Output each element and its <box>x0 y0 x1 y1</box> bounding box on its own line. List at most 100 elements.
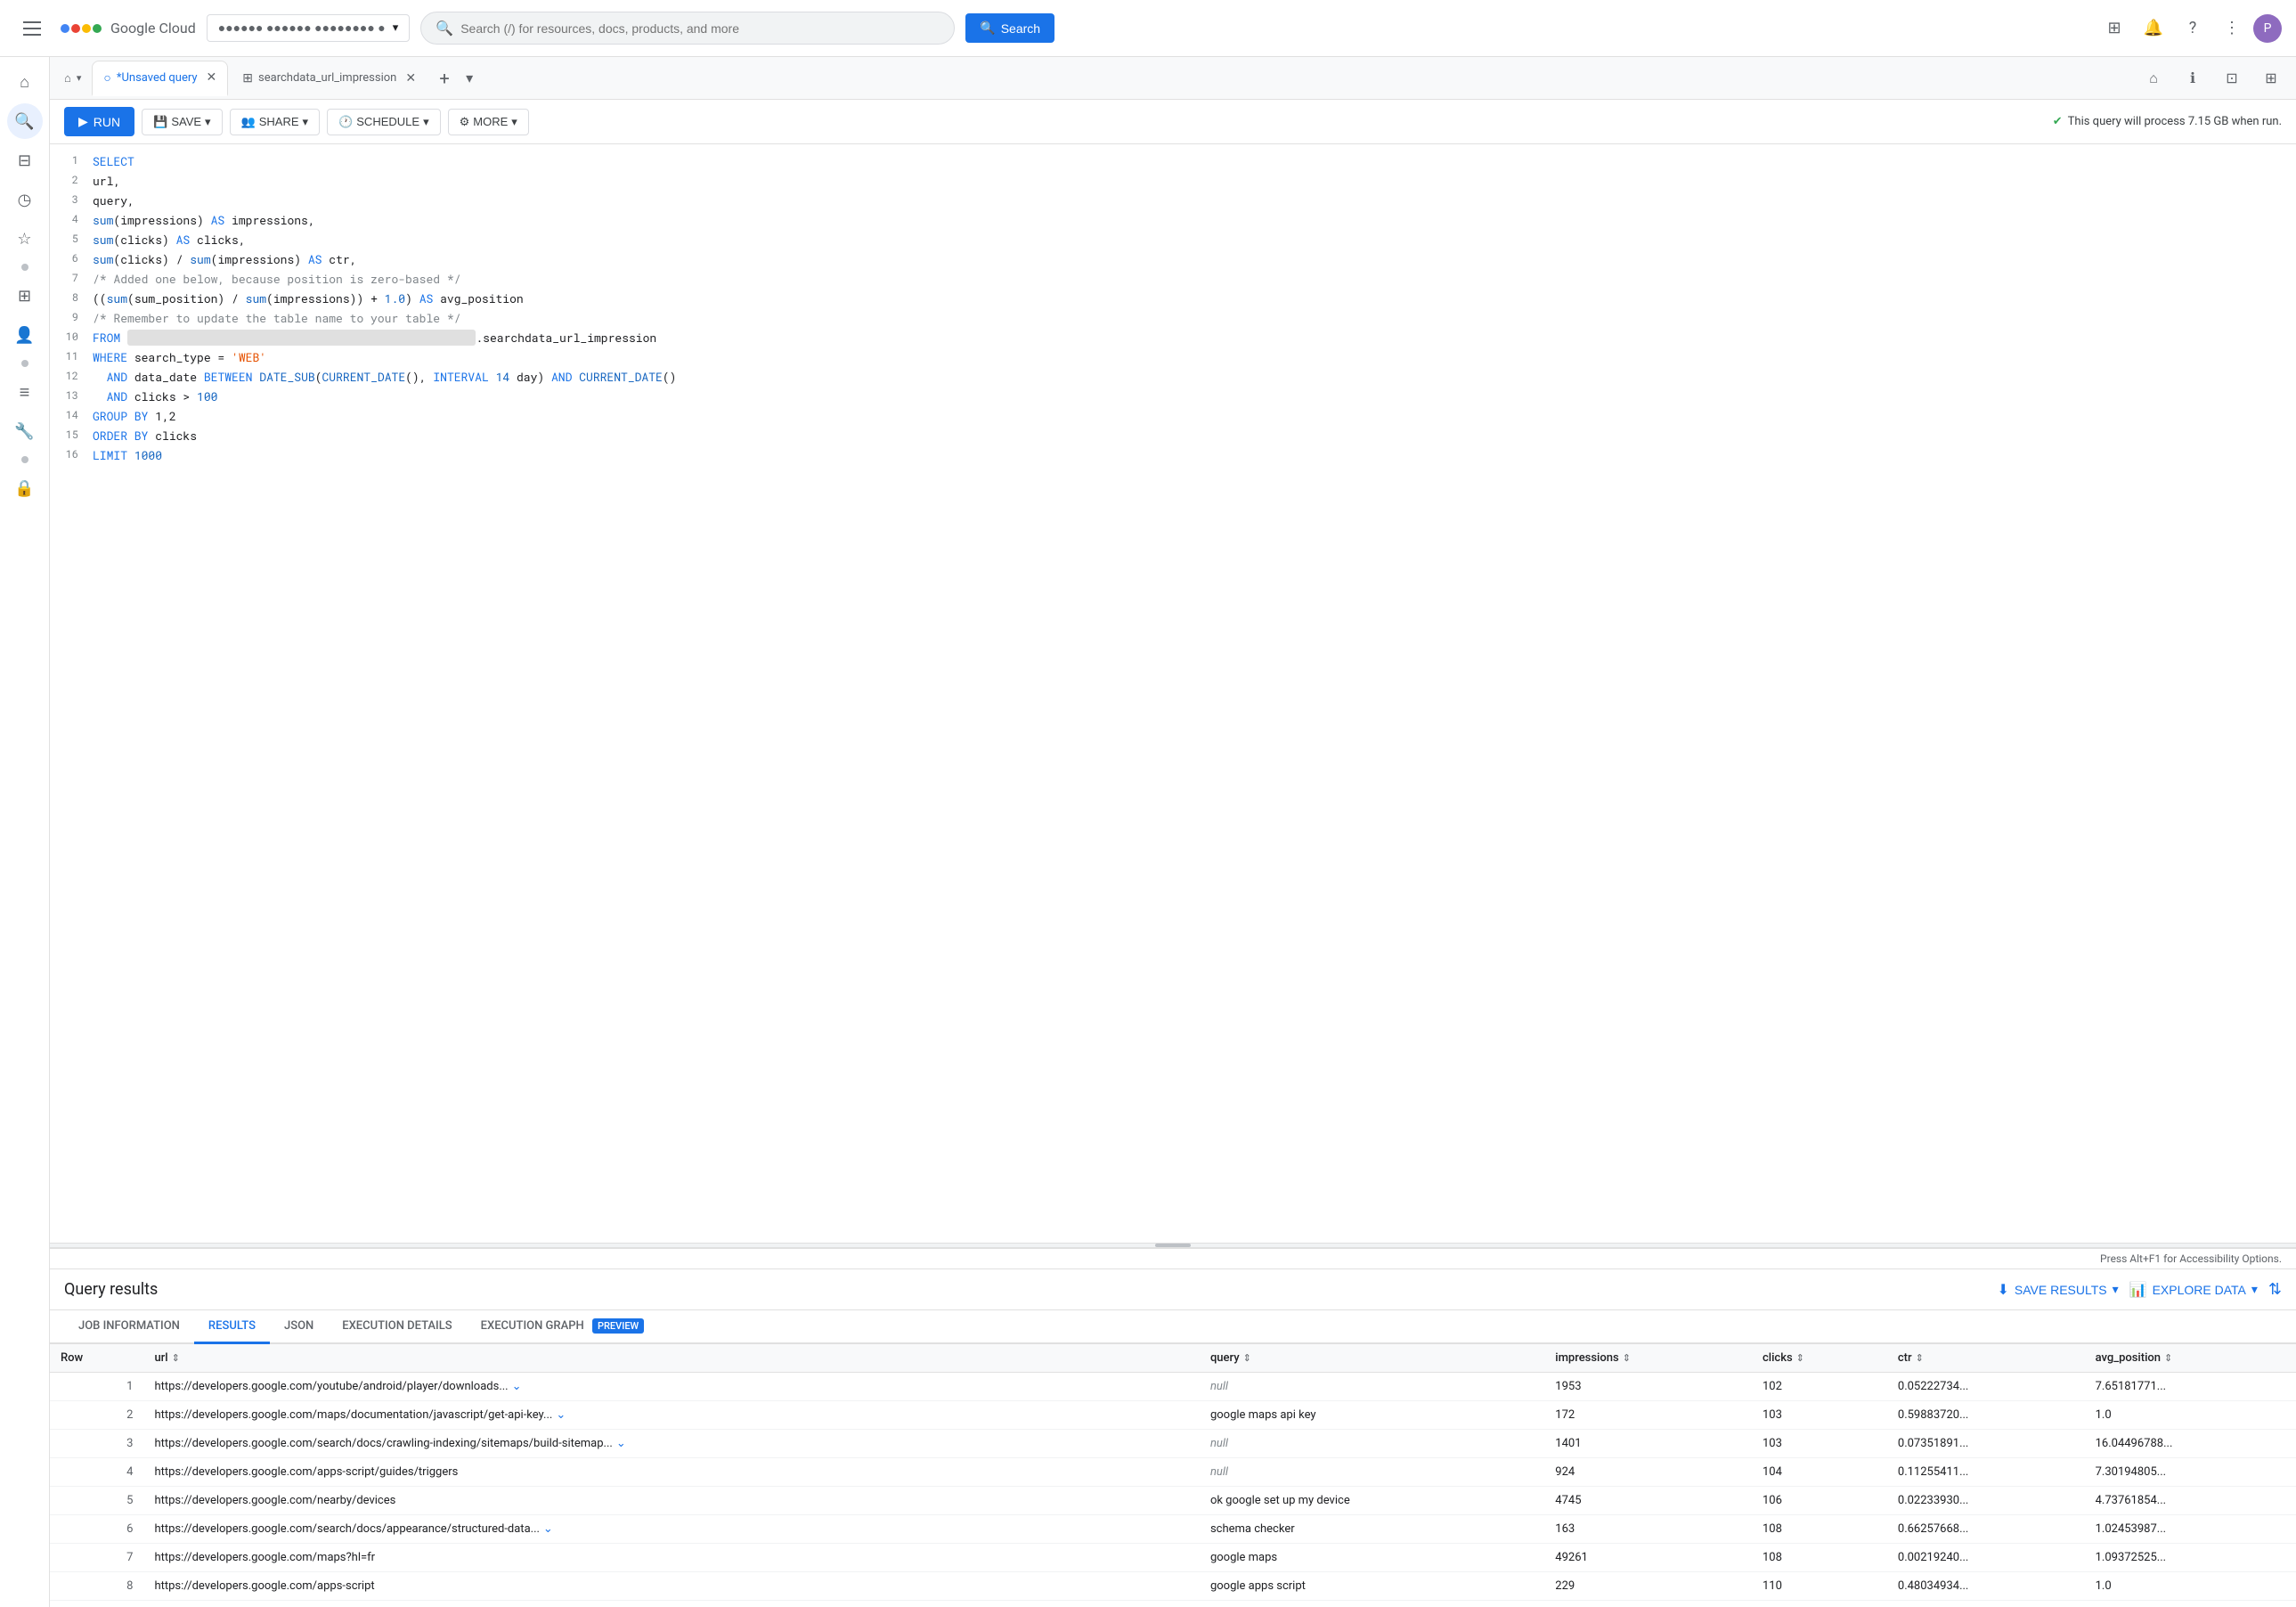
schedule-button[interactable]: 🕐 SCHEDULE ▾ <box>327 109 441 135</box>
sidebar-item-lock[interactable]: 🔒 <box>7 470 43 506</box>
line-number-12: 12 <box>50 367 93 383</box>
code-line-5: 5sum(clicks) AS clicks, <box>50 230 2296 249</box>
search-button[interactable]: 🔍 Search <box>965 13 1054 43</box>
explore-data-button[interactable]: 📊 EXPLORE DATA ▾ <box>2129 1280 2258 1299</box>
query-info-text: This query will process 7.15 GB when run… <box>2068 115 2282 128</box>
sidebar-item-hub[interactable]: ⊞ <box>7 278 43 314</box>
chevron-down-icon: ▾ <box>393 21 399 35</box>
table-row: 7https://developers.google.com/maps?hl=f… <box>50 1544 2296 1572</box>
google-cloud-logo[interactable]: Google Cloud <box>61 20 196 37</box>
table-tab-icon: ⊞ <box>242 71 253 86</box>
preview-badge: PREVIEW <box>592 1318 644 1334</box>
save-chevron: ▾ <box>205 115 211 129</box>
result-tab-execution-details[interactable]: EXECUTION DETAILS <box>328 1310 466 1344</box>
line-content-12: AND data_date BETWEEN DATE_SUB(CURRENT_D… <box>93 367 2296 385</box>
col-header-query: query ⇕ <box>1200 1344 1544 1373</box>
content-area: ⌂ ▾ ○ *Unsaved query ✕ ⊞ searchdata_url_… <box>50 57 2296 1607</box>
main-layout: ⌂ 🔍 ⊟ ◷ ☆ ⊞ 👤 ≡ 🔧 🔒 ⌂ ▾ ○ *Unsaved query… <box>0 57 2296 1607</box>
result-tabs: JOB INFORMATION RESULTS JSON EXECUTION D… <box>50 1310 2296 1344</box>
result-tab-job-info[interactable]: JOB INFORMATION <box>64 1310 194 1344</box>
line-content-2: url, <box>93 171 2296 189</box>
code-line-13: 13 AND clicks > 100 <box>50 387 2296 406</box>
sidebar-item-list[interactable]: ≡ <box>7 374 43 410</box>
more-label: MORE <box>473 115 508 128</box>
col-header-impressions: impressions ⇕ <box>1544 1344 1752 1373</box>
search-input[interactable] <box>460 21 940 36</box>
col-header-clicks: clicks ⇕ <box>1752 1344 1887 1373</box>
tab-right-icon-2[interactable]: ℹ <box>2175 61 2211 96</box>
sidebar-item-home[interactable]: ⌂ <box>7 64 43 100</box>
schedule-label: SCHEDULE <box>356 115 419 128</box>
code-line-1: 1SELECT <box>50 151 2296 171</box>
explore-data-label: EXPLORE DATA <box>2153 1283 2246 1297</box>
line-number-2: 2 <box>50 171 93 187</box>
help-icon-button[interactable]: ? <box>2175 11 2211 46</box>
tab-searchdata[interactable]: ⊞ searchdata_url_impression ✕ <box>232 61 427 96</box>
line-number-7: 7 <box>50 269 93 285</box>
tab-add-button[interactable]: + <box>430 64 459 93</box>
table-header-row: Row url ⇕ query ⇕ impressions ⇕ <box>50 1344 2296 1373</box>
sidebar-item-history[interactable]: ◷ <box>7 182 43 217</box>
save-label: SAVE <box>171 115 201 128</box>
line-content-9: /* Remember to update the table name to … <box>93 308 2296 326</box>
tab-unsaved-close[interactable]: ✕ <box>207 70 217 85</box>
tab-right-icon-3[interactable]: ⊡ <box>2214 61 2250 96</box>
tab-searchdata-close[interactable]: ✕ <box>405 71 416 86</box>
search-btn-icon: 🔍 <box>980 20 995 36</box>
avatar[interactable]: P <box>2253 14 2282 43</box>
logo-text: Google Cloud <box>110 20 196 37</box>
more-button[interactable]: ⚙ MORE ▾ <box>448 109 529 135</box>
expand-results-button[interactable]: ⇅ <box>2268 1280 2282 1299</box>
table-row: 3https://developers.google.com/search/do… <box>50 1430 2296 1458</box>
sidebar-item-filter[interactable]: ⊟ <box>7 143 43 178</box>
code-editor[interactable]: 1SELECT2url,3query,4sum(impressions) AS … <box>50 144 2296 1243</box>
result-tab-execution-graph[interactable]: EXECUTION GRAPH PREVIEW <box>467 1310 659 1344</box>
tab-more-button[interactable]: ▾ <box>462 66 476 90</box>
line-number-8: 8 <box>50 289 93 305</box>
result-tab-results[interactable]: RESULTS <box>194 1310 270 1344</box>
tab-unsaved-label: *Unsaved query <box>117 71 198 85</box>
expand-url-icon[interactable]: ⌄ <box>512 1380 522 1393</box>
more-options-button[interactable]: ⋮ <box>2214 11 2250 46</box>
top-header: Google Cloud ●●●●●● ●●●●●● ●●●●●●●● ● ▾ … <box>0 0 2296 57</box>
run-label: RUN <box>94 115 120 129</box>
sidebar-item-person[interactable]: 👤 <box>7 317 43 353</box>
expand-url-icon[interactable]: ⌄ <box>556 1408 566 1422</box>
line-number-16: 16 <box>50 445 93 461</box>
result-tab-json[interactable]: JSON <box>270 1310 328 1344</box>
table-row: 9https://developers.google.com/identity/… <box>50 1601 2296 1607</box>
resize-handle-indicator <box>1155 1244 1191 1247</box>
results-title: Query results <box>64 1280 158 1299</box>
notifications-icon-button[interactable]: 🔔 <box>2136 11 2171 46</box>
line-number-6: 6 <box>50 249 93 265</box>
hamburger-button[interactable] <box>14 11 50 46</box>
sidebar-item-wrench[interactable]: 🔧 <box>7 413 43 449</box>
tab-unsaved-query[interactable]: ○ *Unsaved query ✕ <box>92 61 228 96</box>
save-button[interactable]: 💾 SAVE ▾ <box>142 109 222 135</box>
sidebar-item-search[interactable]: 🔍 <box>7 103 43 139</box>
expand-icon: ⇅ <box>2268 1280 2282 1299</box>
accessibility-text: Press Alt+F1 for Accessibility Options. <box>2100 1252 2282 1265</box>
line-content-8: ((sum(sum_position) / sum(impressions)) … <box>93 289 2296 306</box>
search-bar[interactable]: 🔍 <box>420 12 955 45</box>
table-row: 2https://developers.google.com/maps/docu… <box>50 1401 2296 1430</box>
results-table-wrapper[interactable]: Row url ⇕ query ⇕ impressions ⇕ <box>50 1344 2296 1607</box>
save-results-button[interactable]: ⬇ SAVE RESULTS ▾ <box>1997 1280 2118 1299</box>
results-actions: ⬇ SAVE RESULTS ▾ 📊 EXPLORE DATA ▾ ⇅ <box>1997 1280 2282 1299</box>
project-selector[interactable]: ●●●●●● ●●●●●● ●●●●●●●● ● ▾ <box>207 14 411 42</box>
header-actions: ⊞ 🔔 ? ⋮ P <box>2097 11 2282 46</box>
more-chevron: ▾ <box>511 115 517 129</box>
tab-home[interactable]: ⌂ ▾ <box>57 61 88 96</box>
code-line-14: 14GROUP BY 1,2 <box>50 406 2296 426</box>
line-number-15: 15 <box>50 426 93 442</box>
share-label: SHARE <box>259 115 299 128</box>
terminal-icon-button[interactable]: ⊞ <box>2097 11 2132 46</box>
sidebar-item-starred[interactable]: ☆ <box>7 221 43 257</box>
code-line-12: 12 AND data_date BETWEEN DATE_SUB(CURREN… <box>50 367 2296 387</box>
share-button[interactable]: 👥 SHARE ▾ <box>230 109 321 135</box>
run-button[interactable]: ▶ RUN <box>64 107 134 136</box>
tab-right-icon-4[interactable]: ⊞ <box>2253 61 2289 96</box>
expand-url-icon[interactable]: ⌄ <box>543 1522 553 1536</box>
tab-right-icon-1[interactable]: ⌂ <box>2136 61 2171 96</box>
expand-url-icon[interactable]: ⌄ <box>616 1437 626 1450</box>
